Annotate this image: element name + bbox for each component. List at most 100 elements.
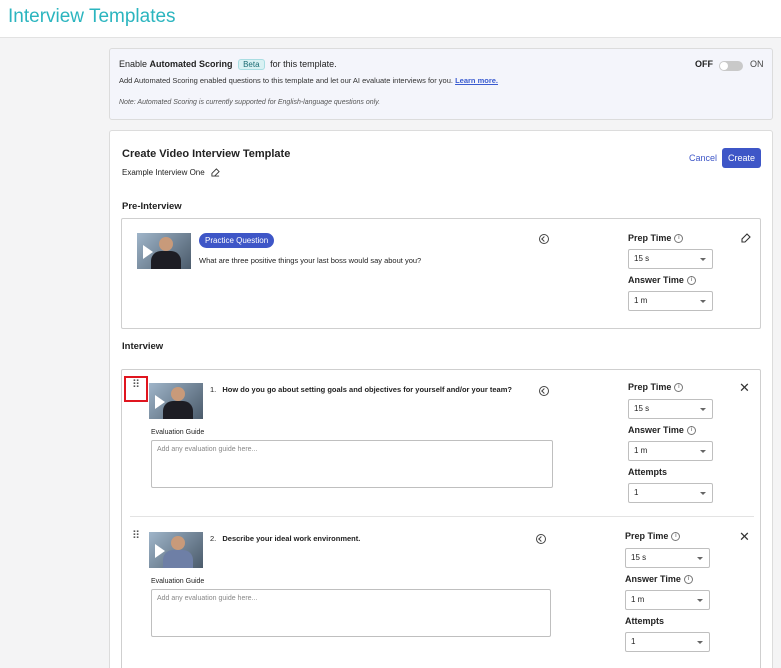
toggle-knob [720, 62, 728, 70]
page-title: Interview Templates [8, 6, 176, 27]
automated-scoring-panel: Enable Automated Scoring Beta for this t… [109, 48, 773, 120]
evaluation-guide-label: Evaluation Guide [151, 578, 205, 585]
answer-time-value: 1 m [634, 446, 648, 455]
drag-handle-icon[interactable]: ⠿ [132, 531, 140, 542]
answer-time-label-text: Answer Time [625, 574, 681, 584]
pre-interview-heading: Pre-Interview [122, 201, 182, 212]
scoring-enable-suffix: for this template. [270, 59, 337, 69]
close-icon[interactable]: ✕ [739, 529, 750, 545]
divider [130, 516, 754, 517]
scoring-enable-prefix: Enable [119, 59, 148, 69]
thumbnail-person-head [171, 536, 185, 550]
chevron-down-icon [697, 599, 703, 602]
info-icon: i [686, 276, 696, 286]
answer-time-label-text: Answer Time [628, 275, 684, 285]
prep-time-label-text: Prep Time [628, 233, 672, 243]
attempts-label: Attempts [628, 467, 668, 477]
answer-time-select[interactable]: 1 m [625, 590, 710, 610]
prep-time-label: Prep Time i [625, 531, 681, 542]
video-thumbnail[interactable] [149, 532, 203, 568]
circle-arrow-icon[interactable] [536, 534, 546, 544]
scoring-description-line: Add Automated Scoring enabled questions … [119, 76, 498, 85]
prep-time-label: Prep Time i [628, 233, 684, 244]
info-icon: i [674, 234, 684, 244]
video-thumbnail[interactable] [149, 383, 203, 419]
play-icon [155, 544, 165, 558]
answer-time-label: Answer Time i [628, 425, 696, 436]
evaluation-guide-label: Evaluation Guide [151, 429, 205, 436]
create-template-card: Create Video Interview Template Example … [109, 130, 773, 668]
prep-time-select[interactable]: 15 s [628, 399, 713, 419]
play-icon [155, 395, 165, 409]
prep-time-select[interactable]: 15 s [628, 249, 713, 269]
attempts-select[interactable]: 1 [628, 483, 713, 503]
chevron-down-icon [697, 557, 703, 560]
thumbnail-person-head [171, 387, 185, 401]
edit-icon[interactable] [211, 168, 220, 177]
play-icon [143, 245, 153, 259]
practice-question-badge: Practice Question [199, 233, 275, 248]
question-text-row: 2. Describe your ideal work environment. [210, 534, 360, 543]
answer-time-select[interactable]: 1 m [628, 441, 713, 461]
top-bar: Interview Templates [0, 0, 781, 38]
answer-time-label: Answer Time i [625, 574, 693, 585]
chevron-down-icon [697, 641, 703, 644]
prep-time-select[interactable]: 15 s [625, 548, 710, 568]
template-title: Create Video Interview Template [122, 148, 291, 160]
attempts-select[interactable]: 1 [625, 632, 710, 652]
question-text: How do you go about setting goals and ob… [222, 385, 512, 394]
thumbnail-person-head [159, 237, 173, 251]
chevron-down-icon [700, 258, 706, 261]
template-name: Example Interview One [122, 168, 205, 177]
answer-time-value: 1 m [631, 595, 645, 604]
cancel-button[interactable]: Cancel [689, 153, 717, 163]
info-icon: i [671, 532, 681, 542]
chevron-down-icon [700, 300, 706, 303]
thumbnail-person-body [163, 401, 193, 419]
scoring-enable-line: Enable Automated Scoring Beta for this t… [119, 59, 337, 70]
answer-time-label: Answer Time i [628, 275, 696, 286]
question-text: Describe your ideal work environment. [222, 534, 361, 543]
prep-time-label-text: Prep Time [628, 382, 672, 392]
attempts-value: 1 [631, 637, 636, 646]
prep-time-label: Prep Time i [628, 382, 684, 393]
highlight-box [124, 376, 148, 402]
toggle-off-label: OFF [695, 59, 713, 69]
answer-time-select[interactable]: 1 m [628, 291, 713, 311]
info-icon: i [683, 575, 693, 585]
prep-time-value: 15 s [634, 404, 650, 413]
scoring-description: Add Automated Scoring enabled questions … [119, 76, 453, 85]
prep-time-value: 15 s [634, 254, 650, 263]
scoring-note: Note: Automated Scoring is currently sup… [119, 99, 381, 106]
video-thumbnail[interactable] [137, 233, 191, 269]
info-icon: i [686, 426, 696, 436]
evaluation-guide-input[interactable]: Add any evaluation guide here... [151, 589, 551, 637]
answer-time-label-text: Answer Time [628, 425, 684, 435]
template-name-row: Example Interview One [122, 168, 220, 177]
beta-badge: Beta [238, 59, 265, 70]
evaluation-guide-input[interactable]: Add any evaluation guide here... [151, 440, 553, 488]
edit-icon[interactable] [741, 233, 751, 243]
question-number: 2. [210, 534, 217, 543]
circle-arrow-icon[interactable] [539, 386, 549, 396]
close-icon[interactable]: ✕ [739, 380, 750, 396]
prep-time-label-text: Prep Time [625, 531, 669, 541]
circle-arrow-icon[interactable] [539, 234, 549, 244]
pre-interview-question-text: What are three positive things your last… [199, 256, 422, 265]
chevron-down-icon [700, 408, 706, 411]
question-number: 1. [210, 385, 217, 394]
scoring-enable-bold: Automated Scoring [149, 59, 233, 69]
interview-heading: Interview [122, 341, 164, 352]
chevron-down-icon [700, 492, 706, 495]
pre-interview-question-card: Practice Question What are three positiv… [121, 218, 761, 329]
chevron-down-icon [700, 450, 706, 453]
interview-questions-list: ⠿ 1. How do you go about setting goals a… [121, 369, 761, 668]
prep-time-value: 15 s [631, 553, 647, 562]
attempts-label: Attempts [625, 616, 665, 626]
automated-scoring-toggle[interactable] [719, 61, 743, 71]
learn-more-link[interactable]: Learn more. [455, 76, 498, 85]
thumbnail-person-body [151, 251, 181, 269]
attempts-value: 1 [634, 488, 639, 497]
create-button[interactable]: Create [722, 148, 761, 168]
thumbnail-person-body [163, 550, 193, 568]
